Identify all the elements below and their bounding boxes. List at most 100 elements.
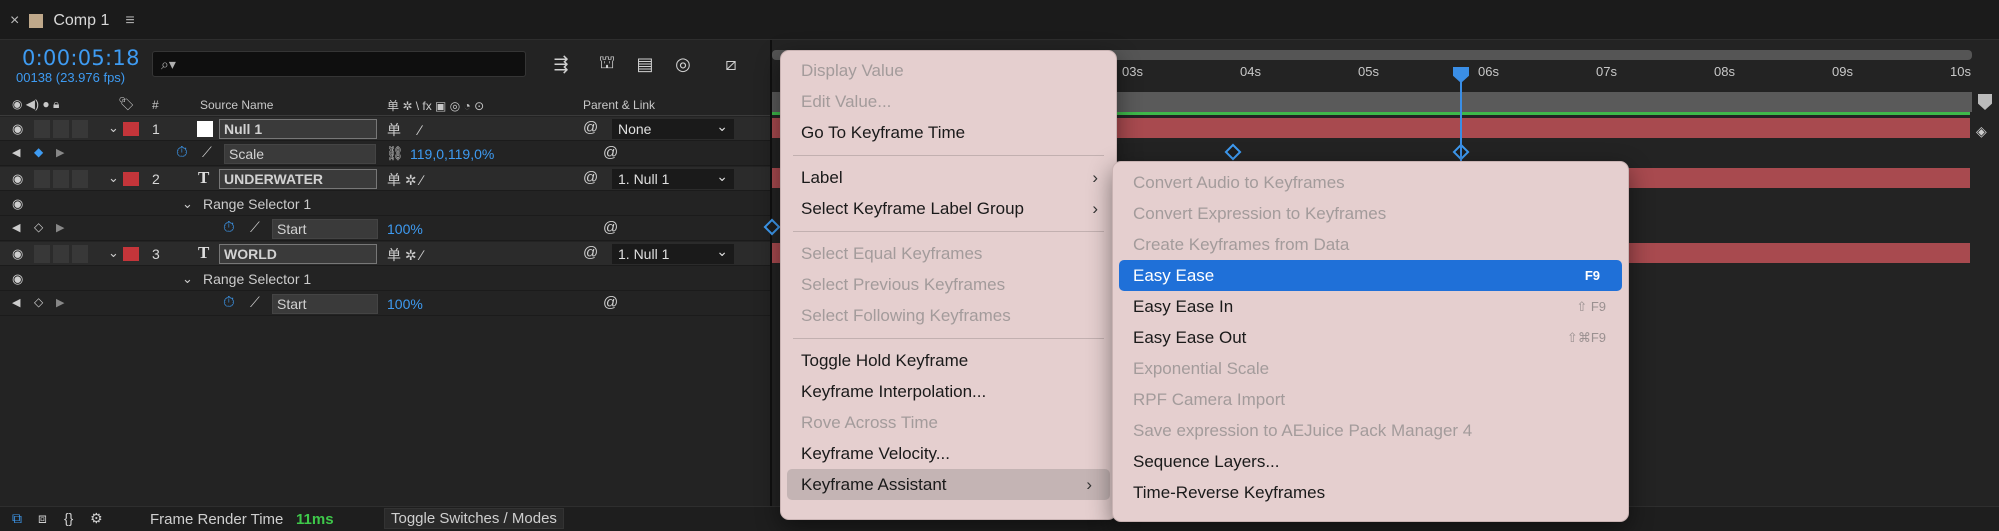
layer-row[interactable]: ◉ ⌄ 1 Null 1 单 ∕ @ None: [0, 116, 770, 141]
keyframe-diamond-icon[interactable]: ◇: [34, 295, 43, 309]
label-color-swatch[interactable]: [123, 172, 139, 186]
menu-item-easy-ease[interactable]: Easy Ease F9: [1119, 260, 1622, 291]
expand-chevron-icon[interactable]: ⌄: [108, 245, 119, 261]
prev-keyframe-icon[interactable]: ◀: [12, 296, 20, 309]
layer-switches[interactable]: 单 ∕: [387, 120, 421, 140]
layer-name[interactable]: WORLD: [219, 244, 377, 264]
label-color-swatch[interactable]: [123, 247, 139, 261]
keyframe-diamond-icon[interactable]: ◆: [34, 145, 43, 159]
menu-item-select-following-keyframes: Select Following Keyframes: [801, 306, 1011, 325]
ruler-tick: 04s: [1240, 64, 1261, 79]
close-tab-icon[interactable]: ×: [10, 12, 19, 30]
constrain-link-icon[interactable]: ⛓: [386, 145, 404, 162]
pickwhip-icon[interactable]: @: [583, 119, 598, 136]
menu-item-select-keyframe-label-group[interactable]: Select Keyframe Label Group ›: [781, 193, 1116, 224]
expand-chevron-icon[interactable]: ⌄: [182, 271, 193, 287]
frame-blending-icon[interactable]: ▤: [632, 52, 658, 76]
parent-dropdown[interactable]: 1. Null 1: [612, 166, 734, 189]
visibility-eye-icon[interactable]: ◉: [12, 271, 23, 287]
menu-item-easy-ease-in[interactable]: Easy Ease In ⇧ F9: [1113, 291, 1628, 322]
null-layer-icon: [197, 121, 213, 137]
expression-pickwhip-icon[interactable]: @: [603, 219, 618, 236]
menu-item-keyframe-velocity[interactable]: Keyframe Velocity...: [781, 438, 1116, 469]
motion-blur-icon[interactable]: ◎: [670, 52, 696, 76]
label-color-swatch[interactable]: [123, 122, 139, 136]
visibility-eye-icon[interactable]: ◉: [12, 196, 23, 212]
menu-item-keyframe-assistant[interactable]: Keyframe Assistant ›: [787, 469, 1110, 500]
expression-pickwhip-icon[interactable]: @: [603, 144, 618, 161]
audio-cell: [34, 245, 50, 263]
in-out-toggle-icon[interactable]: {}: [64, 510, 73, 526]
prev-keyframe-icon[interactable]: ◀: [12, 146, 20, 159]
layer-name[interactable]: UNDERWATER: [219, 169, 377, 189]
current-time-display[interactable]: 0:00:05:18: [22, 46, 140, 70]
expression-pickwhip-icon[interactable]: @: [603, 294, 618, 311]
pickwhip-icon[interactable]: @: [583, 169, 598, 186]
solo-cell: [53, 120, 69, 138]
toggle-switches-modes-button[interactable]: Toggle Switches / Modes: [384, 508, 564, 529]
transfer-controls-toggle-icon[interactable]: ⧈: [38, 510, 47, 527]
graph-icon[interactable]: ⟋: [250, 219, 260, 236]
composition-mini-flowchart-icon[interactable]: ⇶: [548, 52, 574, 76]
property-name: Scale: [224, 144, 376, 164]
stopwatch-icon[interactable]: ⏱: [176, 144, 188, 161]
menu-item-go-to-keyframe-time[interactable]: Go To Keyframe Time: [781, 117, 1116, 148]
menu-item-sequence-layers[interactable]: Sequence Layers...: [1113, 446, 1628, 477]
layer-row[interactable]: ◉ ⌄ 2 T UNDERWATER 单 ✲ ∕ @ 1. Null 1: [0, 166, 770, 191]
next-keyframe-icon[interactable]: ▶: [56, 146, 64, 159]
layer-marker-icon[interactable]: ◈: [1976, 123, 1987, 140]
keyframe-context-menu: Display Value Edit Value... Go To Keyfra…: [780, 50, 1117, 520]
tab-title: Comp 1: [53, 12, 110, 29]
layer-switches-toggle-icon[interactable]: ⧉: [12, 510, 22, 527]
parent-dropdown[interactable]: None: [612, 116, 734, 139]
next-keyframe-icon[interactable]: ▶: [56, 296, 64, 309]
prev-keyframe-icon[interactable]: ◀: [12, 221, 20, 234]
menu-item-exponential-scale: Exponential Scale: [1133, 359, 1270, 378]
layer-search-input[interactable]: ⌕▾: [152, 51, 526, 77]
keyframe-diamond[interactable]: [1224, 143, 1242, 161]
layer-name[interactable]: Null 1: [219, 119, 377, 139]
comp-end-marker-icon[interactable]: [1978, 94, 1992, 110]
solo-cell: [53, 245, 69, 263]
property-value[interactable]: 119,0,119,0%: [410, 146, 494, 162]
layer-switches[interactable]: 单 ✲ ∕: [387, 245, 423, 265]
keyframe-diamond-icon[interactable]: ◇: [34, 220, 43, 234]
panel-menu-icon[interactable]: ≡: [125, 12, 134, 30]
expand-chevron-icon[interactable]: ⌄: [108, 120, 119, 136]
menu-item-toggle-hold-keyframe[interactable]: Toggle Hold Keyframe: [781, 345, 1116, 376]
graph-icon[interactable]: ⟋: [250, 294, 260, 311]
submenu-arrow-icon: ›: [1086, 475, 1092, 494]
menu-item-label-text: Select Keyframe Label Group: [801, 199, 1025, 218]
render-time-toggle-icon[interactable]: ⚙: [90, 510, 103, 527]
stopwatch-icon[interactable]: ⏱: [223, 219, 235, 236]
draft-3d-icon[interactable]: ⛫: [594, 52, 620, 76]
parent-dropdown[interactable]: 1. Null 1: [612, 241, 734, 264]
pickwhip-icon[interactable]: @: [583, 244, 598, 261]
menu-item-time-reverse-keyframes[interactable]: Time-Reverse Keyframes: [1113, 477, 1628, 508]
menu-item-rove-across-time: Rove Across Time: [801, 413, 938, 432]
current-time-indicator-head[interactable]: [1453, 67, 1469, 83]
menu-item-easy-ease-out[interactable]: Easy Ease Out ⇧⌘F9: [1113, 322, 1628, 353]
layer-row[interactable]: ◉ ⌄ 3 T WORLD 单 ✲ ∕ @ 1. Null 1: [0, 241, 770, 266]
menu-item-select-previous-keyframes: Select Previous Keyframes: [801, 275, 1006, 294]
graph-icon[interactable]: ⟋: [202, 144, 212, 161]
expand-chevron-icon[interactable]: ⌄: [108, 170, 119, 186]
comp-tab[interactable]: × Comp 1 ≡: [10, 8, 135, 34]
property-value[interactable]: 100%: [387, 296, 423, 312]
property-row-start: ◀ ◇ ▶ ⏱ ⟋ Start 100% @: [0, 292, 770, 316]
visibility-eye-icon[interactable]: ◉: [12, 121, 23, 137]
layer-switches[interactable]: 单 ✲ ∕: [387, 170, 423, 190]
graph-editor-icon[interactable]: ⧄: [718, 52, 744, 76]
av-features-icons: ◉ ◀︎) ● 🔒︎: [12, 97, 60, 111]
menu-item-keyframe-interpolation[interactable]: Keyframe Interpolation...: [781, 376, 1116, 407]
range-selector-row: ◉ ⌄ Range Selector 1: [0, 192, 770, 216]
stopwatch-icon[interactable]: ⏱: [223, 294, 235, 311]
property-value[interactable]: 100%: [387, 221, 423, 237]
text-layer-icon: T: [198, 168, 210, 187]
visibility-eye-icon[interactable]: ◉: [12, 246, 23, 262]
source-name-column[interactable]: Source Name: [200, 98, 273, 112]
expand-chevron-icon[interactable]: ⌄: [182, 196, 193, 212]
visibility-eye-icon[interactable]: ◉: [12, 171, 23, 187]
next-keyframe-icon[interactable]: ▶: [56, 221, 64, 234]
menu-item-label[interactable]: Label ›: [781, 162, 1116, 193]
